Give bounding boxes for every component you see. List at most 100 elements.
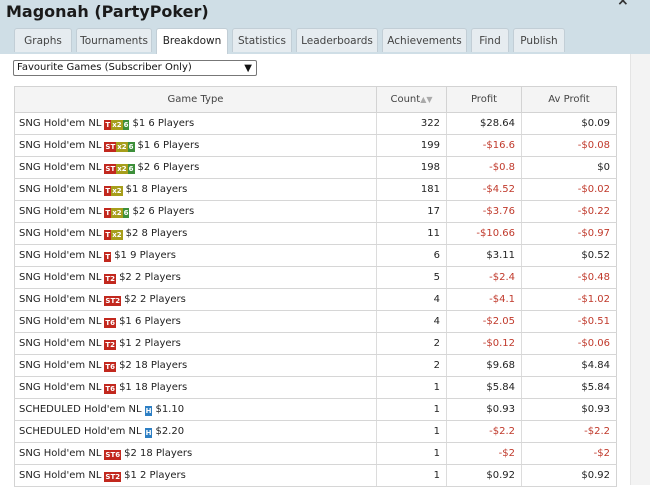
count-cell: 1 <box>376 442 447 465</box>
game-format-badge-icon: ST x2 6 <box>104 141 135 152</box>
table-row[interactable]: SNG Hold'em NL T2 $2 2 Players 5 -$2.4 -$0.48 <box>14 266 617 289</box>
game-type-prefix: SNG Hold'em NL <box>19 447 102 459</box>
game-type-prefix: SNG Hold'em NL <box>19 139 102 151</box>
close-icon[interactable]: × <box>617 0 629 9</box>
av-profit-cell: -$0.08 <box>521 134 617 157</box>
count-cell: 1 <box>376 464 447 487</box>
profit-cell: $3.11 <box>446 244 522 267</box>
game-format-badge-icon: ST x2 6 <box>104 163 135 174</box>
profit-cell: -$0.8 <box>446 156 522 179</box>
tab-find[interactable]: Find <box>471 28 509 52</box>
game-type-cell: SNG Hold'em NL T6 $1 6 Players <box>14 310 377 333</box>
table-row[interactable]: SNG Hold'em NL ST6 $2 18 Players 1 -$2 -$2 <box>14 442 617 465</box>
game-type-suffix: $1 9 Players <box>114 249 176 261</box>
profit-cell: -$4.52 <box>446 178 522 201</box>
game-type-cell: SNG Hold'em NL ST2 $2 2 Players <box>14 288 377 311</box>
table-header-row: Game Type Count▲▼ Profit Av Profit <box>14 86 617 113</box>
table-row[interactable]: SNG Hold'em NL ST2 $2 2 Players 4 -$4.1 -$1.0… <box>14 288 617 311</box>
game-type-prefix: SNG Hold'em NL <box>19 315 102 327</box>
scrollbar[interactable] <box>631 54 650 485</box>
tab-tournaments[interactable]: Tournaments <box>76 28 152 52</box>
count-cell: 4 <box>376 310 447 333</box>
game-format-badge-icon: H <box>144 405 153 416</box>
av-profit-cell: $5.84 <box>521 376 617 399</box>
header-av-profit[interactable]: Av Profit <box>521 86 617 113</box>
tab-statistics[interactable]: Statistics <box>232 28 292 52</box>
count-cell: 1 <box>376 420 447 443</box>
game-type-cell: SNG Hold'em NL Tx2 6 $1 6 Players <box>14 112 377 135</box>
game-filter-value: Favourite Games (Subscriber Only) <box>17 62 192 73</box>
game-format-badge-icon: ST2 <box>104 471 122 482</box>
table-row[interactable]: SNG Hold'em NL T6 $2 18 Players 2 $9.68 $4.84 <box>14 354 617 377</box>
table-row[interactable]: SNG Hold'em NL T6 $1 18 Players 1 $5.84 $5.84 <box>14 376 617 399</box>
game-format-badge-icon: Tx2 <box>104 185 123 196</box>
profit-cell: -$2.4 <box>446 266 522 289</box>
game-type-prefix: SNG Hold'em NL <box>19 271 102 283</box>
av-profit-cell: -$0.97 <box>521 222 617 245</box>
table-row[interactable]: SCHEDULED Hold'em NL H $2.20 1 -$2.2 -$2.2 <box>14 420 617 443</box>
table-row[interactable]: SNG Hold'em NL ST2 $1 2 Players 1 $0.92 $0.92 <box>14 464 617 487</box>
count-cell: 322 <box>376 112 447 135</box>
header-game-type[interactable]: Game Type <box>14 86 377 113</box>
count-cell: 5 <box>376 266 447 289</box>
game-type-cell: SNG Hold'em NL Tx2 $1 8 Players <box>14 178 377 201</box>
tab-graphs[interactable]: Graphs <box>14 28 72 52</box>
table-row[interactable]: SNG Hold'em NL Tx2 $1 8 Players 181 -$4.52 -$… <box>14 178 617 201</box>
game-type-cell: SNG Hold'em NL T2 $1 2 Players <box>14 332 377 355</box>
game-type-suffix: $1 2 Players <box>124 469 186 481</box>
game-type-cell: SNG Hold'em NL ST6 $2 18 Players <box>14 442 377 465</box>
game-filter-select[interactable]: Favourite Games (Subscriber Only) ▼ <box>13 60 257 76</box>
header-count[interactable]: Count▲▼ <box>376 86 447 113</box>
game-type-suffix: $2 6 Players <box>132 205 195 217</box>
profit-cell: -$16.6 <box>446 134 522 157</box>
av-profit-cell: -$0.22 <box>521 200 617 223</box>
tab-leaderboards[interactable]: Leaderboards <box>296 28 378 52</box>
table-row[interactable]: SNG Hold'em NL T $1 9 Players 6 $3.11 $0.52 <box>14 244 617 267</box>
av-profit-cell: $0.92 <box>521 464 617 487</box>
game-type-suffix: $1 6 Players <box>132 117 195 129</box>
game-type-suffix: $2 18 Players <box>124 447 193 459</box>
profit-cell: -$2.05 <box>446 310 522 333</box>
profit-cell: $0.93 <box>446 398 522 421</box>
table-row[interactable]: SCHEDULED Hold'em NL H $1.10 1 $0.93 $0.93 <box>14 398 617 421</box>
game-format-badge-icon: T6 <box>104 361 117 372</box>
game-type-cell: SCHEDULED Hold'em NL H $2.20 <box>14 420 377 443</box>
profit-cell: $5.84 <box>446 376 522 399</box>
tab-breakdown[interactable]: Breakdown <box>156 28 228 55</box>
table-row[interactable]: SNG Hold'em NL T2 $1 2 Players 2 -$0.12 -$0.0… <box>14 332 617 355</box>
av-profit-cell: -$0.51 <box>521 310 617 333</box>
game-format-badge-icon: T6 <box>104 383 117 394</box>
table-row[interactable]: SNG Hold'em NL Tx2 6 $2 6 Players 17 -$3.76 -$… <box>14 200 617 223</box>
count-cell: 2 <box>376 354 447 377</box>
breakdown-table: Game Type Count▲▼ Profit Av Profit SNG H… <box>14 86 617 487</box>
game-type-prefix: SNG Hold'em NL <box>19 117 102 129</box>
sort-icon: ▲▼ <box>420 95 433 104</box>
table-row[interactable]: SNG Hold'em NL T6 $1 6 Players 4 -$2.05 -$0.5… <box>14 310 617 333</box>
game-type-suffix: $2 8 Players <box>125 227 188 239</box>
tab-achievements[interactable]: Achievements <box>382 28 467 52</box>
table-row[interactable]: SNG Hold'em NL Tx2 $2 8 Players 11 -$10.66 -$… <box>14 222 617 245</box>
game-type-suffix: $1 8 Players <box>125 183 188 195</box>
game-type-cell: SNG Hold'em NL T6 $1 18 Players <box>14 376 377 399</box>
game-format-badge-icon: ST2 <box>104 295 122 306</box>
game-type-prefix: SNG Hold'em NL <box>19 161 102 173</box>
game-type-cell: SNG Hold'em NL Tx2 6 $2 6 Players <box>14 200 377 223</box>
profit-cell: -$0.12 <box>446 332 522 355</box>
table-row[interactable]: SNG Hold'em NL Tx2 6 $1 6 Players 322 $28.64 $… <box>14 112 617 135</box>
game-type-suffix: $2.20 <box>155 425 185 437</box>
game-type-suffix: $2 6 Players <box>137 161 200 173</box>
window-header: Magonah (PartyPoker) × Graphs Tournament… <box>0 0 650 55</box>
count-cell: 198 <box>376 156 447 179</box>
count-cell: 17 <box>376 200 447 223</box>
game-type-suffix: $2 2 Players <box>119 271 181 283</box>
game-type-suffix: $1 18 Players <box>119 381 188 393</box>
table-row[interactable]: SNG Hold'em NL ST x2 6 $2 6 Players 198 -$0.8 $… <box>14 156 617 179</box>
header-profit[interactable]: Profit <box>446 86 522 113</box>
game-type-suffix: $2 18 Players <box>119 359 188 371</box>
game-type-prefix: SNG Hold'em NL <box>19 359 102 371</box>
profit-cell: -$4.1 <box>446 288 522 311</box>
game-type-prefix: SNG Hold'em NL <box>19 183 102 195</box>
tab-publish[interactable]: Publish <box>513 28 565 52</box>
av-profit-cell: -$2.2 <box>521 420 617 443</box>
table-row[interactable]: SNG Hold'em NL ST x2 6 $1 6 Players 199 -$16.6… <box>14 134 617 157</box>
